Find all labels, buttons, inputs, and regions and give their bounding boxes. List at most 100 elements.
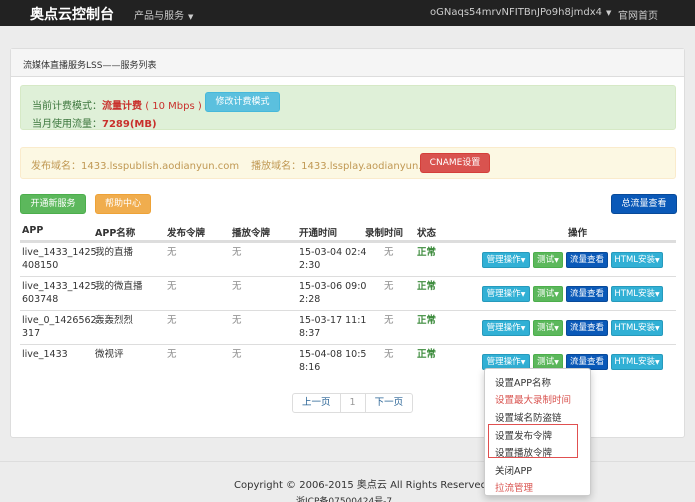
cell-publish-token: 无 — [167, 247, 177, 258]
view-flow-button[interactable]: 流量查看 — [566, 286, 608, 302]
billing-mode-value: 流量计费 — [102, 101, 142, 112]
cell-play-token: 无 — [232, 281, 242, 292]
cell-publish-token: 无 — [167, 281, 177, 292]
header-app-name: APP名称 — [95, 228, 136, 239]
open-service-button[interactable]: 开通新服务 — [20, 194, 86, 214]
manage-ops-button[interactable]: 管理操作▼ — [482, 286, 530, 302]
caret-down-icon: ▼ — [520, 359, 526, 366]
icp-text: 浙ICP备07500424号-7 — [296, 497, 393, 502]
caret-down-icon: ▼ — [655, 325, 660, 332]
header-app: APP — [22, 225, 44, 236]
header-status: 状态 — [417, 228, 437, 239]
current-page[interactable]: 1 — [341, 394, 366, 412]
brand-title[interactable]: 奥点云控制台 — [30, 4, 114, 24]
billing-mode-line: 当前计费模式：流量计费 ( 10 Mbps ) — [32, 97, 202, 112]
next-page-link[interactable]: 下一页 — [366, 394, 413, 412]
menu-item-close-app[interactable]: 关闭APP — [495, 463, 532, 477]
caret-down-icon: ▼ — [655, 359, 660, 366]
html-install-button[interactable]: HTML安装▼ — [611, 286, 663, 302]
cell-publish-token: 无 — [167, 315, 177, 326]
cell-play-token: 无 — [232, 315, 242, 326]
html-install-button[interactable]: HTML安装▼ — [611, 252, 663, 268]
caret-down-icon: ▼ — [554, 325, 559, 332]
billing-rate: ( 10 Mbps ) — [145, 101, 202, 112]
manage-ops-button[interactable]: 管理操作▼ — [482, 320, 530, 336]
billing-mode-label: 当前计费模式： — [32, 101, 102, 112]
panel-title: 流媒体直播服务LSS——服务列表 — [11, 49, 684, 77]
menu-item-set-play-token[interactable]: 设置播放令牌 — [495, 445, 552, 459]
menu-item-pull-stream-manage[interactable]: 拉流管理 — [495, 480, 533, 494]
menu-item-set-app-name[interactable]: 设置APP名称 — [495, 375, 551, 389]
cell-record-time: 无 — [384, 315, 394, 326]
usage-label: 当月使用流量： — [32, 119, 102, 130]
caret-down-icon: ▼ — [605, 9, 612, 17]
cell-app: live_1433_1425 408150 — [22, 247, 97, 271]
test-button[interactable]: 测试▼ — [533, 286, 563, 302]
menu-item-set-publish-token[interactable]: 设置发布令牌 — [495, 428, 552, 442]
test-button[interactable]: 测试▼ — [533, 320, 563, 336]
menu-item-set-max-record-time[interactable]: 设置最大录制时间 — [495, 392, 571, 406]
cell-play-token: 无 — [232, 247, 242, 258]
cell-app-name: 微视评 — [95, 349, 124, 360]
header-record-time: 录制时间 — [365, 228, 404, 239]
usage-line: 当月使用流量：7289(MB) — [32, 115, 157, 130]
domain-alert: 发布域名：1433.lsspublish.aodianyun.com 播放域名：1… — [20, 147, 676, 179]
caret-down-icon: ▼ — [554, 359, 559, 366]
cell-app-name: 我的直播 — [95, 247, 134, 258]
pagination: 上一页 1 下一页 — [292, 393, 414, 413]
table-row: live_1433_1425 408150 我的直播 无 无 15-03-04 0… — [20, 242, 676, 276]
caret-down-icon: ▼ — [655, 291, 660, 298]
caret-down-icon: ▼ — [554, 257, 559, 264]
help-center-button[interactable]: 帮助中心 — [95, 194, 151, 214]
table-row: live_1433_1425 603748 我的微直播 无 无 15-03-06 … — [20, 276, 676, 310]
cell-status: 正常 — [417, 349, 437, 360]
cell-app: live_1433 — [22, 349, 68, 360]
cell-open-time: 15-03-06 09:0 2:28 — [299, 281, 367, 305]
html-install-button[interactable]: HTML安装▼ — [611, 320, 663, 336]
cell-app: live_0_1426562 317 — [22, 315, 97, 339]
caret-down-icon: ▼ — [520, 291, 526, 298]
caret-down-icon: ▼ — [554, 291, 559, 298]
cell-open-time: 15-03-17 11:1 8:37 — [299, 315, 367, 339]
caret-down-icon: ▼ — [520, 257, 526, 264]
menu-item-set-domain-antileech[interactable]: 设置域名防盗链 — [495, 410, 562, 424]
manage-ops-button[interactable]: 管理操作▼ — [482, 252, 530, 268]
copyright-text: Copyright © 2006-2015 奥点云 All Rights Res… — [234, 480, 487, 491]
view-flow-button[interactable]: 流量查看 — [566, 252, 608, 268]
cell-status: 正常 — [417, 281, 437, 292]
cell-record-time: 无 — [384, 349, 394, 360]
html-install-button[interactable]: HTML安装▼ — [611, 354, 663, 370]
user-menu[interactable]: oGNaqs54mrvNFITBnJPo9h8jmdx4 ▼ — [430, 7, 611, 18]
cell-status: 正常 — [417, 247, 437, 258]
total-flow-button[interactable]: 总流量查看 — [611, 194, 677, 214]
cell-play-token: 无 — [232, 349, 242, 360]
domain-line: 发布域名：1433.lsspublish.aodianyun.com 播放域名：1… — [31, 157, 443, 172]
cell-record-time: 无 — [384, 247, 394, 258]
user-name: oGNaqs54mrvNFITBnJPo9h8jmdx4 — [430, 7, 602, 18]
publish-domain: 发布域名：1433.lsspublish.aodianyun.com — [31, 161, 240, 172]
header-operations: 操作 — [568, 228, 588, 239]
home-link[interactable]: 官网首页 — [618, 7, 658, 22]
caret-down-icon: ▼ — [520, 325, 526, 332]
view-flow-button[interactable]: 流量查看 — [566, 320, 608, 336]
cell-record-time: 无 — [384, 281, 394, 292]
cell-app: live_1433_1425 603748 — [22, 281, 97, 305]
manage-ops-dropdown: 设置APP名称 设置最大录制时间 设置域名防盗链 设置发布令牌 设置播放令牌 关… — [484, 368, 591, 496]
table-row: live_0_1426562 317 轰轰烈烈 无 无 15-03-17 11:1… — [20, 310, 676, 344]
caret-down-icon: ▼ — [188, 13, 194, 21]
products-menu[interactable]: 产品与服务 ▼ — [134, 7, 193, 22]
top-navbar: 奥点云控制台 产品与服务 ▼ oGNaqs54mrvNFITBnJPo9h8jmd… — [0, 0, 695, 26]
cell-app-name: 我的微直播 — [95, 281, 143, 292]
cell-status: 正常 — [417, 315, 437, 326]
modify-billing-button[interactable]: 修改计费模式 — [205, 92, 280, 112]
test-button[interactable]: 测试▼ — [533, 252, 563, 268]
prev-page-link[interactable]: 上一页 — [293, 394, 341, 412]
cell-publish-token: 无 — [167, 349, 177, 360]
cell-open-time: 15-03-04 02:4 2:30 — [299, 247, 367, 271]
usage-value: 7289(MB) — [102, 119, 157, 130]
cell-open-time: 15-04-08 10:5 8:16 — [299, 349, 367, 373]
cname-settings-button[interactable]: CNAME设置 — [420, 153, 490, 173]
play-domain: 播放域名：1433.lssplay.aodianyun.com — [251, 161, 443, 172]
billing-alert: 当前计费模式：流量计费 ( 10 Mbps ) 修改计费模式 当月使用流量：72… — [20, 85, 676, 130]
header-open-time: 开通时间 — [299, 228, 338, 239]
